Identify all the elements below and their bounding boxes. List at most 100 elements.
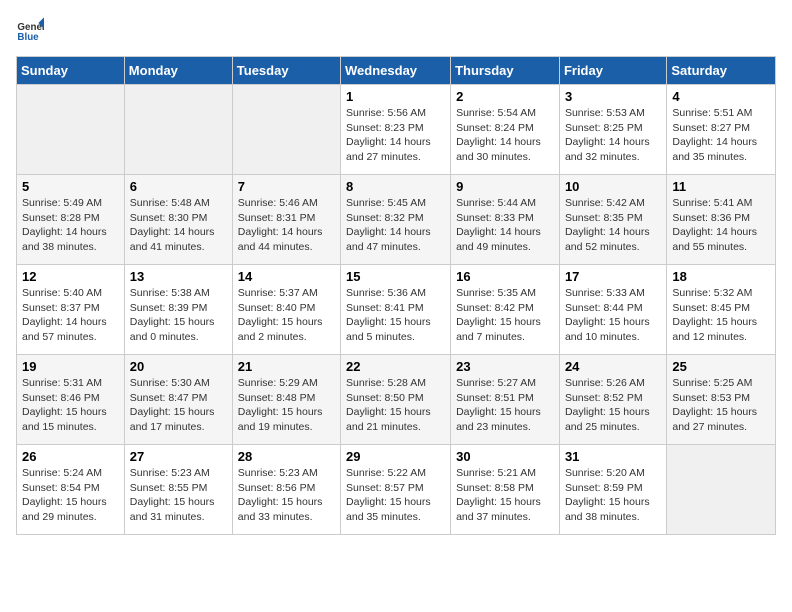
day-info: Sunrise: 5:44 AMSunset: 8:33 PMDaylight:…: [456, 196, 554, 255]
day-number: 12: [22, 269, 119, 284]
day-info: Sunrise: 5:33 AMSunset: 8:44 PMDaylight:…: [565, 286, 661, 345]
day-number: 6: [130, 179, 227, 194]
day-info: Sunrise: 5:37 AMSunset: 8:40 PMDaylight:…: [238, 286, 335, 345]
day-info: Sunrise: 5:28 AMSunset: 8:50 PMDaylight:…: [346, 376, 445, 435]
day-number: 31: [565, 449, 661, 464]
day-number: 3: [565, 89, 661, 104]
day-number: 1: [346, 89, 445, 104]
calendar-week-row: 5 Sunrise: 5:49 AMSunset: 8:28 PMDaylight…: [17, 175, 776, 265]
day-info: Sunrise: 5:29 AMSunset: 8:48 PMDaylight:…: [238, 376, 335, 435]
calendar-cell: [124, 85, 232, 175]
calendar-cell: 20 Sunrise: 5:30 AMSunset: 8:47 PMDayligh…: [124, 355, 232, 445]
calendar-cell: 21 Sunrise: 5:29 AMSunset: 8:48 PMDayligh…: [232, 355, 340, 445]
day-number: 4: [672, 89, 770, 104]
svg-text:Blue: Blue: [17, 32, 39, 43]
calendar-cell: 1Sunrise: 5:56 AMSunset: 8:23 PMDaylight…: [341, 85, 451, 175]
calendar-cell: 16Sunrise: 5:35 AMSunset: 8:42 PMDayligh…: [451, 265, 560, 355]
day-number: 7: [238, 179, 335, 194]
calendar-cell: 24 Sunrise: 5:26 AMSunset: 8:52 PMDayligh…: [559, 355, 666, 445]
calendar-cell: 13Sunrise: 5:38 AMSunset: 8:39 PMDayligh…: [124, 265, 232, 355]
logo-icon: General Blue: [16, 16, 44, 44]
column-header-thursday: Thursday: [451, 57, 560, 85]
day-info: Sunrise: 5:26 AMSunset: 8:52 PMDaylight:…: [565, 376, 661, 435]
day-number: 16: [456, 269, 554, 284]
calendar-cell: 2Sunrise: 5:54 AMSunset: 8:24 PMDaylight…: [451, 85, 560, 175]
calendar-cell: 27Sunrise: 5:23 AMSunset: 8:55 PMDayligh…: [124, 445, 232, 535]
day-info: Sunrise: 5:46 AMSunset: 8:31 PMDaylight:…: [238, 196, 335, 255]
day-number: 24: [565, 359, 661, 374]
day-info: Sunrise: 5:23 AMSunset: 8:56 PMDaylight:…: [238, 466, 335, 525]
calendar-cell: 19 Sunrise: 5:31 AMSunset: 8:46 PMDayligh…: [17, 355, 125, 445]
day-number: 18: [672, 269, 770, 284]
calendar-week-row: 26 Sunrise: 5:24 AMSunset: 8:54 PMDayligh…: [17, 445, 776, 535]
day-number: 14: [238, 269, 335, 284]
day-number: 20: [130, 359, 227, 374]
day-number: 19: [22, 359, 119, 374]
column-header-wednesday: Wednesday: [341, 57, 451, 85]
calendar-cell: [17, 85, 125, 175]
calendar-cell: 23 Sunrise: 5:27 AMSunset: 8:51 PMDayligh…: [451, 355, 560, 445]
day-number: 28: [238, 449, 335, 464]
day-number: 21: [238, 359, 335, 374]
calendar-cell: 6 Sunrise: 5:48 AMSunset: 8:30 PMDaylight…: [124, 175, 232, 265]
calendar-cell: [667, 445, 776, 535]
calendar-cell: [232, 85, 340, 175]
column-header-tuesday: Tuesday: [232, 57, 340, 85]
page-header: General Blue: [16, 16, 776, 44]
calendar-cell: 10Sunrise: 5:42 AMSunset: 8:35 PMDayligh…: [559, 175, 666, 265]
column-header-monday: Monday: [124, 57, 232, 85]
calendar-cell: 5 Sunrise: 5:49 AMSunset: 8:28 PMDaylight…: [17, 175, 125, 265]
day-number: 17: [565, 269, 661, 284]
day-number: 5: [22, 179, 119, 194]
day-info: Sunrise: 5:20 AMSunset: 8:59 PMDaylight:…: [565, 466, 661, 525]
day-info: Sunrise: 5:51 AMSunset: 8:27 PMDaylight:…: [672, 106, 770, 165]
calendar-week-row: 19 Sunrise: 5:31 AMSunset: 8:46 PMDayligh…: [17, 355, 776, 445]
calendar-cell: 18 Sunrise: 5:32 AMSunset: 8:45 PMDayligh…: [667, 265, 776, 355]
day-info: Sunrise: 5:22 AMSunset: 8:57 PMDaylight:…: [346, 466, 445, 525]
day-info: Sunrise: 5:21 AMSunset: 8:58 PMDaylight:…: [456, 466, 554, 525]
day-info: Sunrise: 5:23 AMSunset: 8:55 PMDaylight:…: [130, 466, 227, 525]
day-info: Sunrise: 5:27 AMSunset: 8:51 PMDaylight:…: [456, 376, 554, 435]
column-header-saturday: Saturday: [667, 57, 776, 85]
day-info: Sunrise: 5:36 AMSunset: 8:41 PMDaylight:…: [346, 286, 445, 345]
calendar-header-row: SundayMondayTuesdayWednesdayThursdayFrid…: [17, 57, 776, 85]
day-number: 23: [456, 359, 554, 374]
calendar-cell: 12 Sunrise: 5:40 AMSunset: 8:37 PMDayligh…: [17, 265, 125, 355]
day-number: 13: [130, 269, 227, 284]
day-info: Sunrise: 5:41 AMSunset: 8:36 PMDaylight:…: [672, 196, 770, 255]
calendar-cell: 29 Sunrise: 5:22 AMSunset: 8:57 PMDayligh…: [341, 445, 451, 535]
calendar-cell: 8Sunrise: 5:45 AMSunset: 8:32 PMDaylight…: [341, 175, 451, 265]
column-header-sunday: Sunday: [17, 57, 125, 85]
calendar-week-row: 1Sunrise: 5:56 AMSunset: 8:23 PMDaylight…: [17, 85, 776, 175]
calendar-cell: 3 Sunrise: 5:53 AMSunset: 8:25 PMDaylight…: [559, 85, 666, 175]
calendar-table: SundayMondayTuesdayWednesdayThursdayFrid…: [16, 56, 776, 535]
day-number: 22: [346, 359, 445, 374]
calendar-cell: 9Sunrise: 5:44 AMSunset: 8:33 PMDaylight…: [451, 175, 560, 265]
column-header-friday: Friday: [559, 57, 666, 85]
day-number: 11: [672, 179, 770, 194]
calendar-cell: 11 Sunrise: 5:41 AMSunset: 8:36 PMDayligh…: [667, 175, 776, 265]
day-number: 15: [346, 269, 445, 284]
day-info: Sunrise: 5:31 AMSunset: 8:46 PMDaylight:…: [22, 376, 119, 435]
day-info: Sunrise: 5:32 AMSunset: 8:45 PMDaylight:…: [672, 286, 770, 345]
calendar-cell: 14 Sunrise: 5:37 AMSunset: 8:40 PMDayligh…: [232, 265, 340, 355]
day-info: Sunrise: 5:54 AMSunset: 8:24 PMDaylight:…: [456, 106, 554, 165]
calendar-cell: 17 Sunrise: 5:33 AMSunset: 8:44 PMDayligh…: [559, 265, 666, 355]
day-number: 25: [672, 359, 770, 374]
calendar-cell: 31 Sunrise: 5:20 AMSunset: 8:59 PMDayligh…: [559, 445, 666, 535]
day-info: Sunrise: 5:25 AMSunset: 8:53 PMDaylight:…: [672, 376, 770, 435]
calendar-cell: 4 Sunrise: 5:51 AMSunset: 8:27 PMDaylight…: [667, 85, 776, 175]
day-info: Sunrise: 5:53 AMSunset: 8:25 PMDaylight:…: [565, 106, 661, 165]
day-info: Sunrise: 5:40 AMSunset: 8:37 PMDaylight:…: [22, 286, 119, 345]
calendar-cell: 30Sunrise: 5:21 AMSunset: 8:58 PMDayligh…: [451, 445, 560, 535]
calendar-cell: 22 Sunrise: 5:28 AMSunset: 8:50 PMDayligh…: [341, 355, 451, 445]
day-info: Sunrise: 5:49 AMSunset: 8:28 PMDaylight:…: [22, 196, 119, 255]
day-number: 29: [346, 449, 445, 464]
day-info: Sunrise: 5:48 AMSunset: 8:30 PMDaylight:…: [130, 196, 227, 255]
day-info: Sunrise: 5:24 AMSunset: 8:54 PMDaylight:…: [22, 466, 119, 525]
day-number: 8: [346, 179, 445, 194]
calendar-cell: 25 Sunrise: 5:25 AMSunset: 8:53 PMDayligh…: [667, 355, 776, 445]
day-info: Sunrise: 5:30 AMSunset: 8:47 PMDaylight:…: [130, 376, 227, 435]
day-number: 10: [565, 179, 661, 194]
day-number: 26: [22, 449, 119, 464]
